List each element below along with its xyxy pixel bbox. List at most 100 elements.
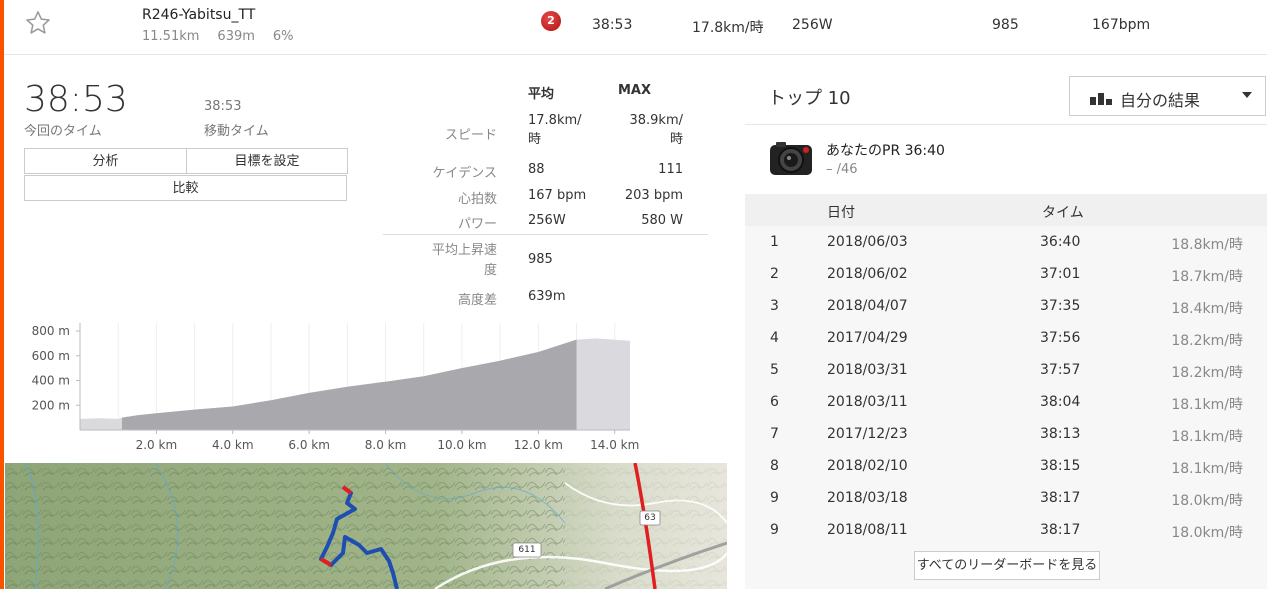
speed-cell: 18.1km/時 — [1171, 429, 1243, 445]
y-tick-label: 800 m — [32, 324, 70, 338]
leaderboard-row[interactable]: 7 2017/12/23 38:13 18.1km/時 — [745, 418, 1267, 450]
time-cell: 38:13 — [1040, 426, 1081, 442]
time-cell: 37:57 — [1040, 362, 1081, 378]
rank-cell: 2 — [770, 266, 779, 282]
stat-heartrate-avg: 167 bpm — [528, 188, 587, 203]
moving-time-label: 移動タイム — [204, 124, 269, 139]
time-cell: 38:17 — [1040, 490, 1081, 506]
stat-speed-max: 38.9km/時 — [629, 113, 683, 147]
date-cell: 2018/03/11 — [827, 394, 908, 410]
leaderboard-row[interactable]: 1 2018/06/03 36:40 18.8km/時 — [745, 226, 1267, 258]
pr-rank: – /46 — [826, 162, 858, 177]
rank-cell: 9 — [770, 522, 779, 538]
stat-cadence-max: 111 — [658, 162, 683, 177]
pr-title: あなたのPR 36:40 — [826, 143, 945, 159]
stat-label-gain: 高度差 — [457, 293, 497, 308]
col-date-header: 日付 — [827, 205, 855, 221]
time-cell: 38:17 — [1040, 522, 1081, 538]
x-tick-label: 14.0 km — [590, 438, 639, 452]
segment-vam: 985 — [992, 17, 1019, 33]
leaderboard-body: 1 2018/06/03 36:40 18.8km/時 2 2018/06/02 37:01… — [745, 226, 1267, 589]
see-all-leaderboard-button[interactable]: すべてのリーダーボードを見る — [914, 551, 1100, 580]
leaderboard-row[interactable]: 3 2018/04/07 37:35 18.4km/時 — [745, 290, 1267, 322]
x-tick-label: 12.0 km — [514, 438, 563, 452]
segment-power: 256W — [792, 17, 833, 33]
segment-grade: 6% — [272, 29, 294, 44]
stat-cadence-avg: 88 — [528, 162, 545, 177]
date-cell: 2018/04/07 — [827, 298, 908, 314]
col-time-header: タイム — [1042, 205, 1084, 221]
x-tick-label: 4.0 km — [212, 438, 254, 452]
personal-record-row — [745, 124, 1267, 195]
chevron-down-icon — [1242, 92, 1252, 98]
x-tick-label: 8.0 km — [365, 438, 407, 452]
x-tick-label: 6.0 km — [288, 438, 330, 452]
segment-elevation: 639m — [217, 29, 255, 44]
dropdown-label: 自分の結果 — [1120, 91, 1201, 110]
segment-speed: 17.8km/時 — [692, 20, 764, 36]
stat-label-power: パワー — [457, 217, 497, 232]
time-cell: 37:35 — [1040, 298, 1081, 314]
road-label-611: 611 — [518, 545, 536, 555]
date-cell: 2017/12/23 — [827, 426, 908, 442]
segment-time: 38:53 — [592, 17, 633, 33]
time-cell: 38:15 — [1040, 458, 1081, 474]
rank-cell: 4 — [770, 330, 779, 346]
x-tick-label: 10.0 km — [437, 438, 486, 452]
stat-power-avg: 256W — [528, 213, 566, 228]
road-label-63: 63 — [644, 513, 656, 523]
y-tick-label: 200 m — [32, 398, 70, 412]
results-filter-dropdown[interactable]: 自分の結果 — [1069, 76, 1266, 116]
leaderboard-row[interactable]: 6 2018/03/11 38:04 18.1km/時 — [745, 386, 1267, 418]
date-cell: 2017/04/29 — [827, 330, 908, 346]
col-avg-header: 平均 — [528, 87, 555, 102]
time-cell: 37:01 — [1040, 266, 1081, 282]
stat-power-max: 580 W — [641, 213, 683, 228]
effort-time: 38:53 — [24, 79, 128, 120]
bar-chart-icon — [1090, 89, 1114, 109]
stat-label-cadence: ケイデンス — [432, 166, 497, 181]
leaderboard-row[interactable]: 8 2018/02/10 38:15 18.1km/時 — [745, 450, 1267, 482]
speed-cell: 18.1km/時 — [1171, 461, 1243, 477]
stat-label-heartrate: 心拍数 — [457, 192, 497, 207]
time-cell: 36:40 — [1040, 234, 1081, 250]
rank-cell: 8 — [770, 458, 779, 474]
compare-button[interactable]: 比較 — [24, 175, 347, 201]
speed-cell: 18.1km/時 — [1171, 397, 1243, 413]
rank-cell: 9 — [770, 490, 779, 506]
stat-vam-value: 985 — [528, 252, 553, 267]
leaderboard-row[interactable]: 5 2018/03/31 37:57 18.2km/時 — [745, 354, 1267, 386]
leaderboard-row[interactable]: 2 2018/06/02 37:01 18.7km/時 — [745, 258, 1267, 290]
map-terrain — [5, 463, 727, 589]
rank-cell: 6 — [770, 394, 779, 410]
stats-divider — [383, 234, 708, 235]
speed-cell: 18.0km/時 — [1171, 493, 1243, 509]
segment-name-link[interactable]: R246-Yabitsu_TT — [142, 7, 255, 23]
set-goal-button[interactable]: 目標を設定 — [186, 148, 348, 174]
stat-speed-avg: 17.8km/時 — [528, 113, 582, 147]
speed-cell: 18.8km/時 — [1171, 237, 1243, 253]
camera-avatar-icon — [768, 137, 814, 179]
star-icon[interactable] — [24, 9, 52, 41]
date-cell: 2018/02/10 — [827, 458, 908, 474]
leaderboard-row[interactable]: 4 2017/04/29 37:56 18.2km/時 — [745, 322, 1267, 354]
speed-cell: 18.2km/時 — [1171, 333, 1243, 349]
speed-cell: 18.7km/時 — [1171, 269, 1243, 285]
time-cell: 38:04 — [1040, 394, 1081, 410]
stat-label-speed: スピード — [444, 128, 497, 143]
time-cell: 37:56 — [1040, 330, 1081, 346]
accent-bar — [0, 0, 4, 589]
leaderboard-row[interactable]: 9 2018/08/11 38:17 18.0km/時 — [745, 514, 1267, 546]
segment-meta: 11.51km 639m 6% — [142, 29, 312, 44]
segment-distance: 11.51km — [142, 29, 200, 44]
speed-cell: 18.4km/時 — [1171, 301, 1243, 317]
rank-cell: 1 — [770, 234, 779, 250]
rank-cell: 7 — [770, 426, 779, 442]
analyze-button[interactable]: 分析 — [24, 148, 187, 174]
segment-map[interactable]: 611 63 — [5, 463, 727, 589]
elevation-chart[interactable]: 200 m 400 m 600 m 800 m 2.0 km 4.0 km 6.0 km 8.… — [20, 315, 650, 455]
col-max-header: MAX — [618, 83, 652, 98]
stat-label-vam: 平均上昇速度 — [431, 243, 497, 278]
elevation-area-segment — [122, 339, 577, 430]
leaderboard-row[interactable]: 9 2018/03/18 38:17 18.0km/時 — [745, 482, 1267, 514]
